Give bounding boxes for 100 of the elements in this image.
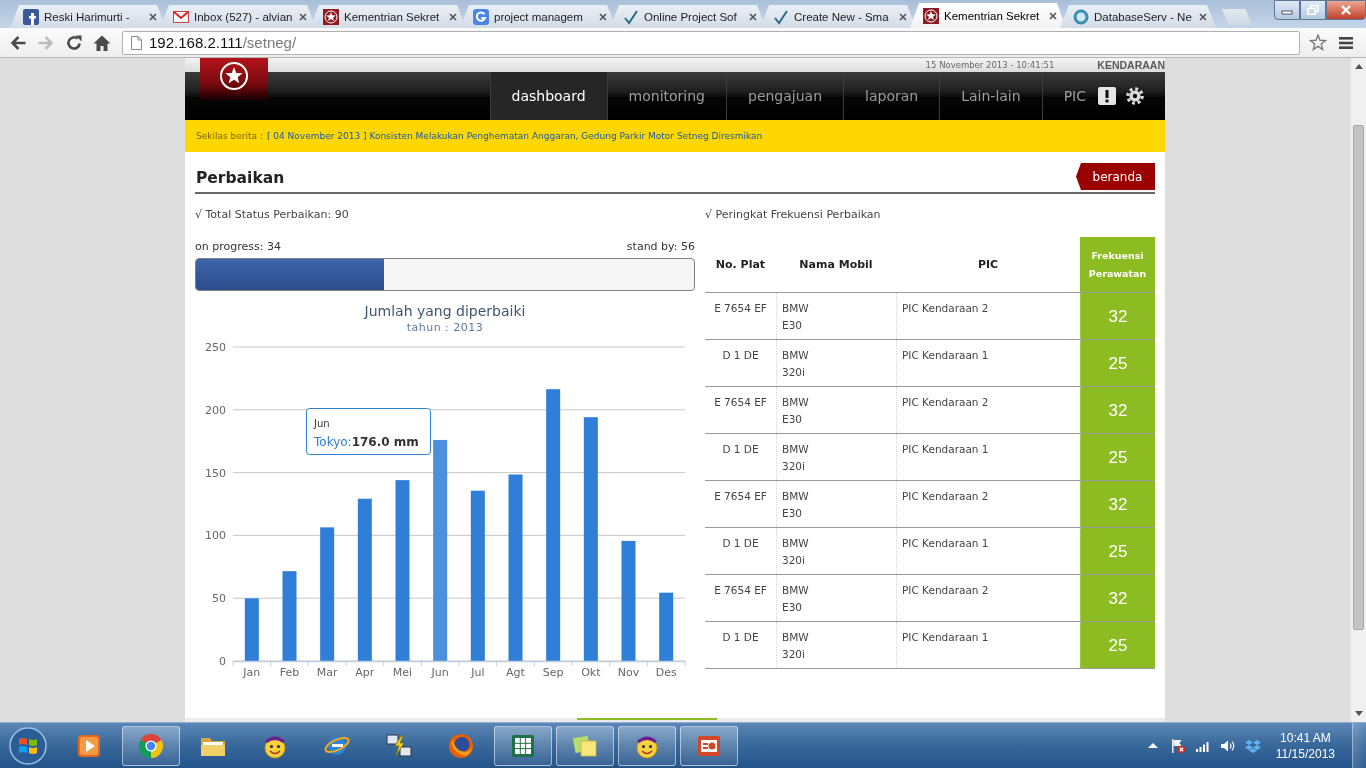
taskbar-button[interactable] bbox=[556, 725, 614, 766]
page-title: Perbaikan bbox=[196, 168, 285, 188]
frequency-cell: 25 bbox=[1080, 340, 1155, 386]
taskbar-button[interactable] bbox=[680, 725, 738, 766]
car-name-cell: BMW 320i bbox=[776, 622, 896, 668]
close-window-button[interactable] bbox=[1326, 0, 1366, 20]
close-icon[interactable] bbox=[749, 12, 757, 21]
frequency-cell: 32 bbox=[1080, 575, 1155, 621]
address-bar[interactable]: 192.168.2.111/setneg/ bbox=[122, 30, 1300, 55]
flag-icon[interactable] bbox=[1169, 737, 1186, 754]
close-icon[interactable] bbox=[1049, 11, 1057, 20]
news-link[interactable]: [ 04 November 2013 ] Konsisten Melakukan Penghematan Anggaran, Gedung Parkir Motor Setneg Diresmikan bbox=[266, 131, 763, 141]
y-axis-label: 0 bbox=[219, 655, 226, 668]
car-name-cell: BMW 320i bbox=[776, 434, 896, 480]
y-axis-label: 250 bbox=[205, 341, 226, 354]
taskbar-button[interactable] bbox=[122, 725, 180, 766]
standby-label: stand by: 56 bbox=[626, 240, 695, 254]
x-axis-label: Apr bbox=[355, 666, 375, 679]
alert-icon[interactable] bbox=[1098, 87, 1116, 105]
up-arrow-icon[interactable] bbox=[1354, 64, 1363, 69]
star-emblem-icon bbox=[323, 8, 339, 25]
column-header: Frekuensi Perawatan bbox=[1080, 237, 1155, 292]
x-axis-label: Feb bbox=[279, 666, 300, 679]
progress-label: on progress: 34 bbox=[195, 240, 281, 254]
rounded-square-icon bbox=[473, 8, 489, 25]
plate-cell-text: D 1 DE bbox=[721, 442, 760, 457]
url-text: 192.168.2.111/setneg/ bbox=[149, 34, 297, 51]
y-axis-label: 150 bbox=[205, 466, 226, 480]
car-name-cell: BMW E30 bbox=[776, 293, 896, 339]
close-icon[interactable] bbox=[599, 12, 607, 21]
bar[interactable] bbox=[320, 527, 335, 661]
x-axis-label: Okt bbox=[581, 666, 601, 679]
minimize-button[interactable] bbox=[1274, 0, 1300, 20]
scrollbar-thumb[interactable] bbox=[1353, 125, 1364, 630]
close-icon[interactable] bbox=[149, 12, 157, 21]
box-icon[interactable] bbox=[1244, 737, 1261, 754]
reload-icon[interactable] bbox=[65, 33, 83, 52]
bar[interactable] bbox=[659, 592, 674, 661]
segmented-circle-icon bbox=[137, 731, 165, 760]
plate-cell-text: E 7654 EF bbox=[713, 301, 768, 316]
car-name-cell: BMW E30 bbox=[776, 575, 896, 621]
y-axis-label: 50 bbox=[212, 592, 226, 606]
tooltip-value: Tokyo:176.0 mm bbox=[314, 435, 419, 449]
bookmark-star-icon[interactable] bbox=[1309, 33, 1327, 52]
status-heading: √ Total Status Perbaikan: 90 bbox=[195, 208, 350, 222]
close-icon[interactable] bbox=[449, 12, 457, 21]
down-arrow-icon[interactable] bbox=[1354, 711, 1363, 716]
tick-icon bbox=[623, 8, 639, 25]
date-time: 15 November 2013 - 10:41:51 bbox=[925, 59, 1055, 71]
back-arrow-icon[interactable] bbox=[9, 33, 27, 52]
clock-date[interactable]: 11/15/2013 bbox=[1275, 745, 1335, 762]
x-axis-label: Sep bbox=[542, 666, 564, 679]
x-axis-label: Jul bbox=[471, 666, 485, 679]
bar[interactable] bbox=[244, 598, 259, 661]
frequency-cell: 32 bbox=[1080, 293, 1155, 339]
x-axis-label: Mei bbox=[392, 666, 413, 679]
start-orb-icon[interactable] bbox=[8, 725, 48, 766]
bar[interactable] bbox=[357, 498, 372, 661]
close-icon[interactable] bbox=[899, 12, 907, 21]
frequency-cell: 25 bbox=[1080, 528, 1155, 574]
x-axis-label: Des bbox=[655, 666, 677, 679]
globe-icon bbox=[447, 731, 475, 760]
x-axis-label: Jan bbox=[243, 666, 261, 679]
y-axis-label: 100 bbox=[205, 529, 226, 543]
plate-cell-text: D 1 DE bbox=[721, 630, 760, 645]
star-emblem-logo bbox=[200, 58, 268, 100]
bar[interactable] bbox=[546, 389, 561, 661]
taskbar-button[interactable] bbox=[494, 725, 552, 766]
bar[interactable] bbox=[433, 439, 448, 661]
car-name-cell: BMW E30 bbox=[776, 387, 896, 433]
nav-item[interactable]: dashboard bbox=[489, 72, 607, 120]
restore-button[interactable] bbox=[1300, 0, 1326, 20]
column-header: PIC bbox=[976, 257, 1000, 273]
ticker-label: Sekilas berita : bbox=[196, 131, 263, 141]
browser-tab[interactable]: DatabaseServ - Ne bbox=[1060, 5, 1216, 28]
y-axis-label: 200 bbox=[205, 403, 226, 417]
home-icon[interactable] bbox=[93, 33, 111, 52]
bar[interactable] bbox=[470, 490, 485, 661]
show-desktop-button[interactable] bbox=[1352, 723, 1366, 768]
plate-cell-text: E 7654 EF bbox=[713, 395, 768, 410]
ring-icon bbox=[1073, 8, 1089, 25]
tick-icon bbox=[773, 8, 789, 25]
frequency-cell: 32 bbox=[1080, 481, 1155, 527]
settings-icon[interactable] bbox=[1126, 87, 1144, 105]
plate-cell-text: D 1 DE bbox=[721, 348, 760, 363]
tooltip-category: Jun bbox=[314, 418, 330, 429]
plate-cell-text: D 1 DE bbox=[721, 536, 760, 551]
chart-subtitle: tahun : 2013 bbox=[406, 321, 484, 334]
column-header: No. Plat bbox=[714, 257, 767, 273]
taskbar-button[interactable] bbox=[618, 725, 676, 766]
envelope-icon bbox=[173, 8, 189, 25]
close-icon[interactable] bbox=[1199, 12, 1207, 21]
x-axis-label: Jun bbox=[431, 666, 449, 679]
ranking-heading: √ Peringkat Frekuensi Perbaikan bbox=[705, 208, 882, 222]
column-header: Nama Mobil bbox=[798, 257, 874, 273]
clock-time[interactable]: 10:41 AM bbox=[1280, 729, 1331, 746]
bar[interactable] bbox=[583, 417, 598, 661]
close-icon[interactable] bbox=[299, 12, 307, 21]
home-button[interactable]: beranda bbox=[1074, 163, 1155, 190]
page-icon bbox=[131, 35, 142, 50]
